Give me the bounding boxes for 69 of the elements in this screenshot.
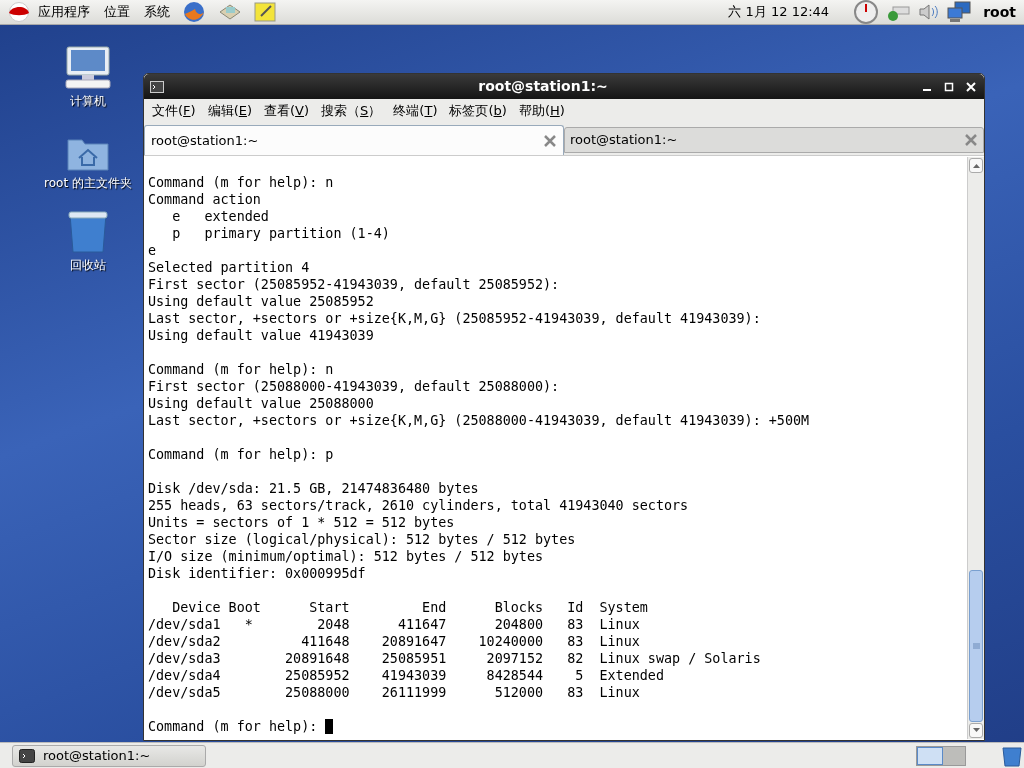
terminal-line: p primary partition (1-4) [171, 225, 390, 242]
clock-text[interactable]: 六 1月 12 12:44 [728, 2, 830, 22]
terminal-line: /dev/sda5 25088000 26111999 512000 83 Linux [148, 684, 640, 701]
terminal-line: 255 heads, 63 sectors/track, 2610 cylinders, total 41943040 sectors [148, 497, 689, 514]
terminal-line: First sector (25088000-41943039, default 25088000): [148, 378, 560, 395]
terminal-icon [19, 748, 35, 763]
scroll-down-button[interactable] [969, 723, 983, 738]
desktop-icon-label[interactable]: root 的主文件夹 [44, 174, 132, 192]
terminal-line: Selected partition 4 [148, 259, 310, 276]
monitors-icon[interactable] [947, 1, 972, 23]
terminal-line: Command action [148, 191, 261, 208]
grip-icon [972, 643, 980, 649]
trash-icon[interactable] [1002, 744, 1022, 767]
terminal-line: /dev/sda2 411648 20891647 10240000 83 Linux [148, 633, 640, 650]
terminal-icon [150, 80, 164, 93]
desktop-icon-label[interactable]: 计算机 [70, 92, 106, 110]
maximize-icon[interactable] [944, 81, 954, 92]
scrollbar[interactable] [967, 157, 984, 739]
panel-menu[interactable]: 位置 [104, 2, 130, 22]
speaker-icon[interactable] [917, 2, 940, 22]
menu-item[interactable]: 帮助(H) [513, 101, 570, 121]
terminal-line: Sector size (logical/physical): 512 bytes / 512 bytes [148, 531, 576, 548]
terminal-line: Last sector, +sectors or +size{K,M,G} (25085952-41943039, default 41943039): [148, 310, 761, 327]
hat-logo-icon[interactable] [6, 2, 32, 22]
workspace-switcher[interactable] [916, 745, 966, 766]
terminal-line: /dev/sda4 25085952 41943039 8428544 5 Extended [148, 667, 664, 684]
menu-item[interactable]: 终端(T) [388, 101, 443, 121]
terminal-line: Units = sectors of 1 * 512 = 512 bytes [148, 514, 455, 531]
terminal-prompt: Command (m for help): [148, 718, 319, 735]
gauge-icon[interactable] [853, 0, 880, 24]
user-name[interactable]: root [983, 1, 1016, 23]
window-title: root@station1:~ [477, 77, 609, 96]
terminal-line: Disk /dev/sda: 21.5 GB, 21474836480 bytes [148, 480, 479, 497]
panel-menu[interactable]: 应用程序 [38, 2, 90, 22]
notepad-icon[interactable] [254, 2, 276, 22]
terminal-line: e [148, 242, 157, 259]
terminal-line: Command (m for help): n [148, 174, 334, 191]
terminal-line: /dev/sda1 * 2048 411647 204800 83 Linux [148, 616, 640, 633]
terminal-line: Last sector, +sectors or +size{K,M,G} (25088000-41943039, default 41943039): +500M [148, 412, 810, 429]
terminal-line: Using default value 41943039 [148, 327, 374, 344]
menu-item[interactable]: 标签页(b) [444, 101, 512, 121]
terminal-line: Device Boot Start End Blocks Id System [171, 599, 648, 616]
terminal-line: Command (m for help): p [148, 446, 334, 463]
terminal-line: First sector (25085952-41943039, default 25085952): [148, 276, 560, 293]
menu-item[interactable]: 编辑(E) [202, 101, 257, 121]
desktop-icon-label[interactable]: 回收站 [70, 256, 106, 274]
menu-item[interactable]: 文件(F) [147, 101, 201, 121]
down-arrow-icon [972, 728, 980, 733]
taskbar-button[interactable]: root@station1:~ [12, 744, 206, 767]
terminal-line: Command (m for help): n [148, 361, 334, 378]
menu-item[interactable]: 搜索（S） [316, 101, 387, 121]
panel-menu[interactable]: 系统 [144, 2, 170, 22]
terminal-line: Using default value 25085952 [148, 293, 374, 310]
computer-icon[interactable] [64, 46, 112, 90]
text-cursor [325, 719, 334, 734]
trash-icon[interactable] [67, 210, 109, 254]
up-arrow-icon [972, 163, 980, 168]
terminal-line: I/O size (minimum/optimal): 512 bytes / 512 bytes [148, 548, 544, 565]
scroll-up-button[interactable] [969, 158, 983, 173]
terminal-line: Using default value 25088000 [148, 395, 374, 412]
terminal-line: /dev/sda3 20891648 25085951 2097152 82 Linux swap / Solaris [148, 650, 761, 667]
scroll-thumb[interactable] [969, 570, 983, 722]
terminal-line: e extended [171, 208, 269, 225]
terminal-tab[interactable]: root@station1:~ [564, 127, 984, 153]
terminal-tab[interactable]: root@station1:~ [144, 125, 564, 155]
menu-item[interactable]: 查看(V) [259, 101, 315, 121]
terminal-line: Disk identifier: 0x000995df [148, 565, 366, 582]
envelope-icon[interactable] [218, 2, 242, 22]
globe-icon[interactable] [182, 1, 206, 23]
